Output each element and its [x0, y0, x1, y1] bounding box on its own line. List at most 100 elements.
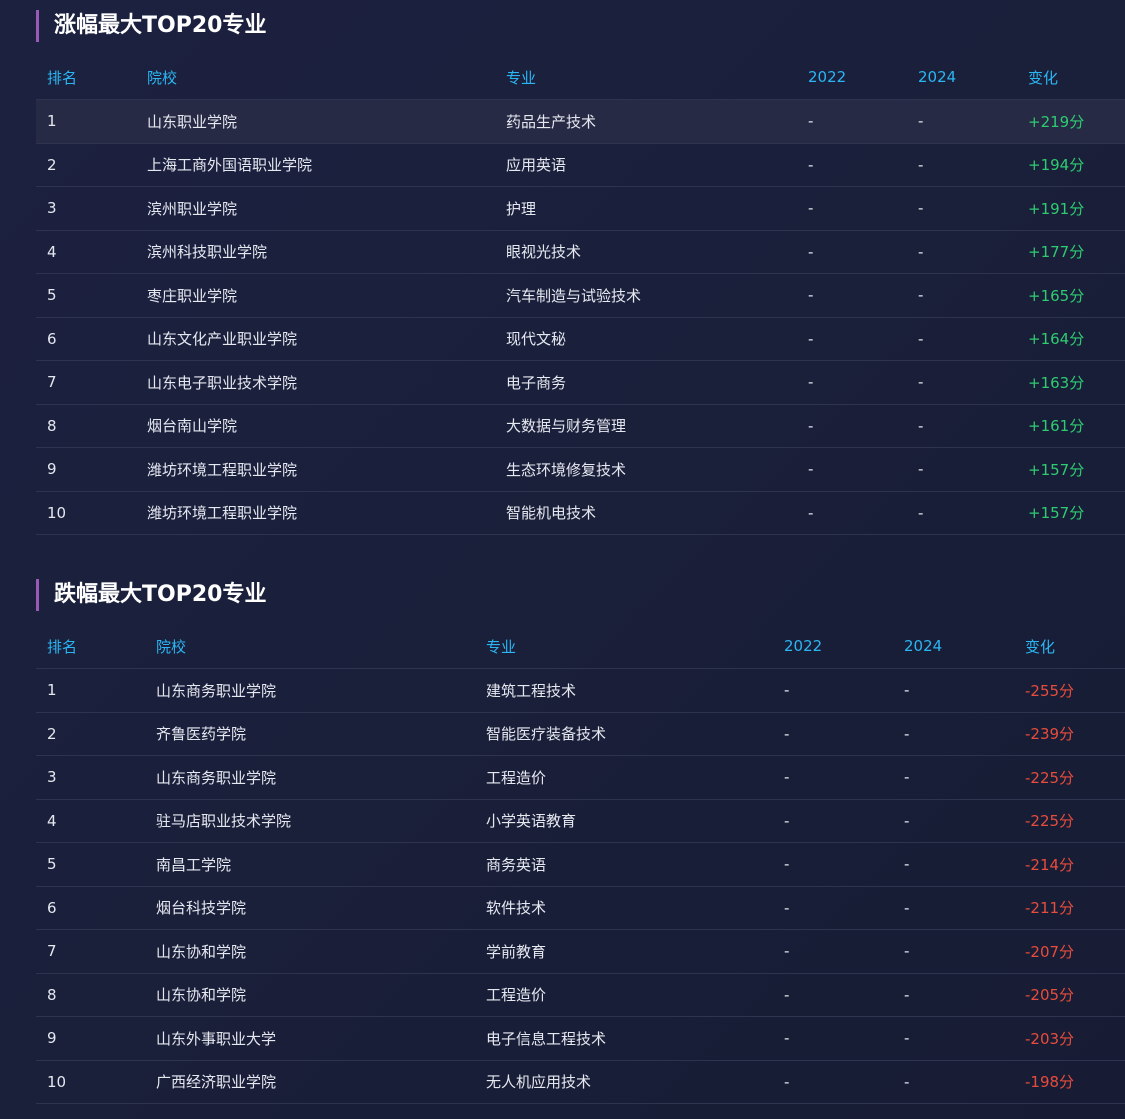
major-cell: 电子信息工程技术 — [486, 1029, 607, 1048]
rise-table: 排名 院校 专业 2022 2024 变化 1 山东职业学院 药品生产技术 - - +21… — [36, 55, 1125, 535]
table-row[interactable]: 10 广西经济职业学院 无人机应用技术 - - -198分 — [36, 1061, 1125, 1104]
major-cell: 商务英语 — [486, 855, 547, 874]
school-cell: 滨州职业学院 — [147, 199, 238, 218]
major-cell: 工程造价 — [486, 768, 547, 787]
fall-header-rank: 排名 — [47, 637, 78, 656]
fall-header-2024: 2024 — [904, 637, 943, 655]
school-cell: 山东商务职业学院 — [156, 681, 277, 700]
change-cell: -211分 — [1025, 899, 1075, 918]
score-2022-cell: - — [808, 242, 814, 261]
school-cell: 山东商务职业学院 — [156, 768, 277, 787]
table-row[interactable]: 3 滨州职业学院 护理 - - +191分 — [36, 187, 1125, 231]
rank-cell: 3 — [47, 768, 57, 787]
rank-cell: 10 — [47, 503, 67, 522]
school-cell: 南昌工学院 — [156, 855, 232, 874]
score-2024-cell: - — [904, 1029, 910, 1048]
school-cell: 齐鲁医药学院 — [156, 725, 247, 744]
table-row[interactable]: 10 潍坊环境工程职业学院 智能机电技术 - - +157分 — [36, 492, 1125, 535]
table-row[interactable]: 5 枣庄职业学院 汽车制造与试验技术 - - +165分 — [36, 274, 1125, 318]
score-2024-cell: - — [918, 242, 924, 261]
score-2024-cell: - — [918, 199, 924, 218]
table-row[interactable]: 6 山东文化产业职业学院 现代文秘 - - +164分 — [36, 318, 1125, 361]
score-2024-cell: - — [918, 286, 924, 305]
rank-cell: 3 — [47, 199, 57, 218]
change-cell: +194分 — [1028, 156, 1085, 175]
score-2022-cell: - — [784, 1029, 790, 1048]
score-2022-cell: - — [784, 768, 790, 787]
change-cell: +161分 — [1028, 417, 1085, 436]
rank-cell: 1 — [47, 681, 57, 700]
school-cell: 上海工商外国语职业学院 — [147, 156, 313, 175]
table-row[interactable]: 6 烟台科技学院 软件技术 - - -211分 — [36, 887, 1125, 930]
major-cell: 应用英语 — [506, 156, 567, 175]
school-cell: 驻马店职业技术学院 — [156, 812, 292, 831]
score-2024-cell: - — [904, 811, 910, 830]
school-cell: 滨州科技职业学院 — [147, 243, 268, 262]
table-row[interactable]: 2 齐鲁医药学院 智能医疗装备技术 - - -239分 — [36, 713, 1125, 756]
table-row[interactable]: 8 烟台南山学院 大数据与财务管理 - - +161分 — [36, 405, 1125, 448]
school-cell: 烟台科技学院 — [156, 899, 247, 918]
rank-cell: 1 — [47, 112, 57, 131]
major-cell: 无人机应用技术 — [486, 1073, 592, 1092]
table-row[interactable]: 5 南昌工学院 商务英语 - - -214分 — [36, 843, 1125, 887]
change-cell: -225分 — [1025, 812, 1075, 831]
table-row[interactable]: 1 山东职业学院 药品生产技术 - - +219分 — [36, 100, 1125, 144]
major-cell: 药品生产技术 — [506, 112, 597, 131]
score-2024-cell: - — [904, 855, 910, 874]
rise-table-header: 排名 院校 专业 2022 2024 变化 — [36, 55, 1125, 100]
table-row[interactable]: 4 滨州科技职业学院 眼视光技术 - - +177分 — [36, 231, 1125, 274]
rank-cell: 10 — [47, 1072, 67, 1091]
rank-cell: 5 — [47, 286, 57, 305]
table-row[interactable]: 7 山东电子职业技术学院 电子商务 - - +163分 — [36, 361, 1125, 405]
score-2024-cell: - — [918, 112, 924, 131]
major-cell: 学前教育 — [486, 942, 547, 961]
score-2024-cell: - — [918, 373, 924, 392]
rank-cell: 6 — [47, 329, 57, 348]
score-2024-cell: - — [918, 329, 924, 348]
major-cell: 生态环境修复技术 — [506, 460, 627, 479]
score-2022-cell: - — [808, 460, 814, 479]
rise-header-major: 专业 — [506, 68, 537, 87]
table-row[interactable]: 1 山东商务职业学院 建筑工程技术 - - -255分 — [36, 669, 1125, 713]
score-2022-cell: - — [808, 112, 814, 131]
table-row[interactable]: 9 潍坊环境工程职业学院 生态环境修复技术 - - +157分 — [36, 448, 1125, 492]
score-2022-cell: - — [784, 1072, 790, 1091]
rank-cell: 8 — [47, 416, 57, 435]
rise-header-2024: 2024 — [918, 68, 957, 86]
school-cell: 山东电子职业技术学院 — [147, 373, 298, 392]
rank-cell: 6 — [47, 898, 57, 917]
major-cell: 汽车制造与试验技术 — [506, 286, 642, 305]
table-row[interactable]: 2 上海工商外国语职业学院 应用英语 - - +194分 — [36, 144, 1125, 187]
table-row[interactable]: 3 山东商务职业学院 工程造价 - - -225分 — [36, 756, 1125, 800]
change-cell: -207分 — [1025, 942, 1075, 961]
major-cell: 眼视光技术 — [506, 243, 582, 262]
table-row[interactable]: 8 山东协和学院 工程造价 - - -205分 — [36, 974, 1125, 1017]
fall-header-school: 院校 — [156, 637, 187, 656]
table-row[interactable]: 7 山东协和学院 学前教育 - - -207分 — [36, 930, 1125, 974]
change-cell: +219分 — [1028, 112, 1085, 131]
school-cell: 山东文化产业职业学院 — [147, 330, 298, 349]
school-cell: 广西经济职业学院 — [156, 1073, 277, 1092]
score-2024-cell: - — [904, 942, 910, 961]
table-row[interactable]: 9 山东外事职业大学 电子信息工程技术 - - -203分 — [36, 1017, 1125, 1061]
rise-section-title: 涨幅最大TOP20专业 — [36, 10, 1125, 42]
score-2022-cell: - — [808, 329, 814, 348]
fall-table-header: 排名 院校 专业 2022 2024 变化 — [36, 624, 1125, 669]
score-2024-cell: - — [904, 724, 910, 743]
major-cell: 大数据与财务管理 — [506, 417, 627, 436]
rise-header-2022: 2022 — [808, 68, 847, 86]
school-cell: 山东外事职业大学 — [156, 1029, 277, 1048]
score-2022-cell: - — [784, 811, 790, 830]
school-cell: 潍坊环境工程职业学院 — [147, 504, 298, 523]
rank-cell: 9 — [47, 460, 57, 479]
score-2022-cell: - — [784, 898, 790, 917]
rank-cell: 8 — [47, 985, 57, 1004]
fall-section: 跌幅最大TOP20专业 排名 院校 专业 2022 2024 变化 1 山东商务职… — [36, 579, 1125, 1104]
score-2024-cell: - — [918, 155, 924, 174]
score-2022-cell: - — [784, 681, 790, 700]
rise-section: 涨幅最大TOP20专业 排名 院校 专业 2022 2024 变化 1 山东职业学… — [36, 10, 1125, 535]
school-cell: 山东协和学院 — [156, 942, 247, 961]
score-2022-cell: - — [784, 985, 790, 1004]
table-row[interactable]: 4 驻马店职业技术学院 小学英语教育 - - -225分 — [36, 800, 1125, 843]
score-2024-cell: - — [918, 460, 924, 479]
